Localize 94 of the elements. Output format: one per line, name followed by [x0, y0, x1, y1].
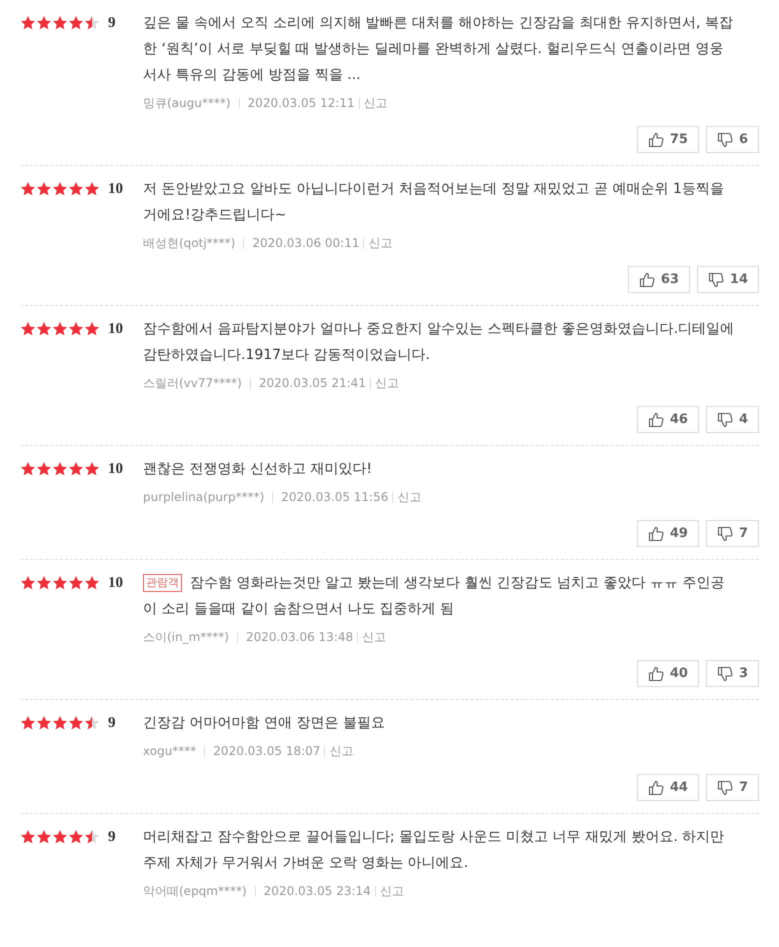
star-icon — [36, 715, 52, 731]
like-button[interactable]: 46 — [636, 406, 699, 433]
star-icon — [84, 321, 100, 337]
review-date: 2020.03.05 18:07 — [213, 743, 320, 760]
star-icon — [20, 829, 36, 845]
star-icon — [84, 15, 100, 31]
review-date: 2020.03.06 00:11 — [252, 235, 360, 252]
star-icon — [36, 321, 52, 337]
author-name[interactable]: xogu**** — [143, 742, 196, 760]
star-icon — [52, 715, 68, 731]
report-link[interactable]: 신고 — [362, 628, 386, 646]
rating-score: 9 — [108, 14, 116, 33]
dislike-button[interactable]: 7 — [706, 774, 759, 801]
review-text: 긴장감 어마어마함 연애 장면은 불필요 — [143, 715, 385, 731]
star-icon — [68, 15, 84, 31]
review-text: 괜찮은 전쟁영화 신선하고 재미있다! — [143, 461, 372, 477]
star-icon — [52, 829, 68, 845]
star-icon — [84, 575, 100, 591]
author-name[interactable]: 스이(in_m****) — [143, 628, 229, 646]
star-icon — [52, 321, 68, 337]
star-icon — [52, 575, 68, 591]
thumbs-down-icon — [716, 132, 733, 148]
rating-score: 9 — [108, 714, 116, 733]
star-icon — [36, 461, 52, 477]
like-button[interactable]: 75 — [636, 126, 699, 153]
thumbs-down-icon — [708, 272, 724, 288]
dislike-button[interactable]: 14 — [696, 266, 759, 293]
star-icon — [52, 461, 68, 477]
dislike-button[interactable]: 7 — [706, 520, 759, 547]
star-icon — [84, 829, 100, 845]
report-link[interactable]: 신고 — [368, 234, 392, 252]
report-link[interactable]: 신고 — [380, 882, 404, 900]
star-icon — [84, 461, 100, 477]
star-icon — [68, 575, 84, 591]
author-name[interactable]: 배성현(qotj****) — [143, 234, 236, 252]
dislike-button[interactable]: 4 — [706, 406, 759, 433]
star-icon — [20, 575, 36, 591]
star-icon — [84, 181, 100, 197]
star-icon — [52, 15, 68, 31]
dislike-button[interactable]: 3 — [706, 660, 759, 687]
report-link[interactable]: 신고 — [374, 374, 399, 392]
author-name[interactable]: 밍큐(augu****) — [143, 94, 231, 112]
star-icon — [68, 829, 84, 845]
rating-score: 10 — [108, 180, 123, 199]
thumbs-up-icon — [648, 666, 664, 682]
report-link[interactable]: 신고 — [397, 488, 422, 506]
star-icon — [20, 15, 36, 31]
thumbs-up-icon — [648, 780, 664, 796]
star-icon — [68, 461, 84, 477]
thumbs-down-icon — [716, 666, 733, 682]
star-icon — [68, 715, 84, 731]
review-date: 2020.03.05 23:14 — [264, 883, 371, 900]
review-date: 2020.03.06 13:48 — [246, 629, 354, 646]
like-button[interactable]: 40 — [636, 660, 699, 687]
author-name[interactable]: 스릴러(vv77****) — [143, 374, 242, 392]
star-icon — [20, 181, 36, 197]
dislike-button[interactable]: 6 — [706, 126, 759, 153]
report-link[interactable]: 신고 — [364, 94, 388, 112]
review-date: 2020.03.05 12:11 — [248, 95, 355, 112]
review-date: 2020.03.05 11:56 — [281, 489, 388, 506]
star-icon — [52, 181, 68, 197]
rating-score: 9 — [108, 828, 116, 847]
star-icon — [20, 321, 36, 337]
thumbs-down-icon — [716, 526, 733, 542]
star-icon — [68, 181, 84, 197]
star-icon — [20, 715, 36, 731]
star-icon — [36, 15, 52, 31]
review-text: 머리채잡고 잠수함안으로 끌어들입니다; 몰입도랑 사운드 미쳤고 너무 재밌게 봤어요. 하지만 주제 자체가 무거워서 가벼운 오락 영화는 아니에요. — [143, 829, 724, 871]
star-icon — [68, 321, 84, 337]
like-button[interactable]: 44 — [636, 774, 699, 801]
like-button[interactable]: 63 — [628, 266, 690, 293]
review-text: 관람객 잠수함 영화라는것만 알고 봤는데 생각보다 훨씬 긴장감도 넘치고 좋았다 ㅠㅠ 주인공이 소리 들을때 같이 숨참으면서 나도 집중하게 됨 — [143, 573, 726, 619]
review-text: 저 돈안받았고요 알바도 아닙니다이런거 처음적어보는데 정말 재밌었고 곧 예매순위 1등찍을거에요!강추드립니다~ — [143, 181, 724, 223]
author-name[interactable]: 악어떼(epqm****) — [143, 882, 247, 900]
star-icon — [36, 575, 52, 591]
report-link[interactable]: 신고 — [329, 742, 354, 760]
thumbs-up-icon — [648, 412, 664, 428]
rating-score: 10 — [108, 460, 123, 479]
star-icon — [36, 181, 52, 197]
star-icon — [84, 715, 100, 731]
review-text: 잠수함에서 음파탐지분야가 얼마나 중요한지 알수있는 스펙타클한 좋은영화였습니다.디테일에 감탄하였습니다.1917보다 감동적이었습니다. — [143, 321, 734, 363]
thumbs-down-icon — [716, 780, 733, 796]
thumbs-down-icon — [716, 412, 733, 428]
rating-score: 10 — [108, 574, 123, 593]
author-name[interactable]: purplelina(purp****) — [143, 488, 264, 506]
star-icon — [20, 461, 36, 477]
thumbs-up-icon — [648, 526, 664, 542]
thumbs-up-icon — [638, 272, 655, 288]
like-button[interactable]: 49 — [636, 520, 699, 547]
thumbs-up-icon — [648, 132, 664, 148]
review-date: 2020.03.05 21:41 — [258, 375, 366, 392]
rating-score: 10 — [108, 320, 123, 339]
star-icon — [36, 829, 52, 845]
review-text: 깊은 물 속에서 오직 소리에 의지해 발빠른 대처를 해야하는 긴장감을 최대한 유지하면서, 복잡한 ‘원칙’이 서로 부딪힐 때 발생하는 딜레마를 완벽하게 살렸다. 헐리우드식 연출이라면 영웅서사 특유의 감동에 방점을 찍을 ... — [143, 15, 733, 83]
